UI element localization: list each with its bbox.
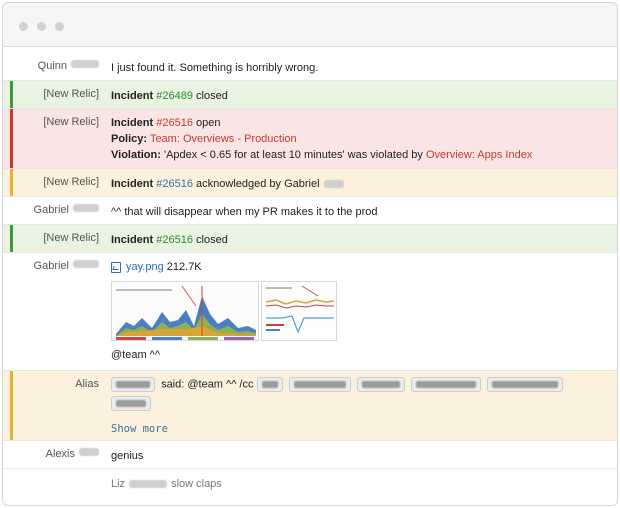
- message-sender[interactable]: Quinn: [3, 53, 111, 80]
- mention-chip[interactable]: [111, 377, 155, 392]
- incident-status: closed: [196, 90, 228, 102]
- emote-message: Liz slow claps: [111, 469, 617, 497]
- sender-name: Quinn: [37, 60, 67, 72]
- redacted-surname: [73, 260, 99, 268]
- message-sender[interactable]: Alexis: [3, 441, 111, 468]
- message-text: said: @team ^^ /cc Show more: [111, 371, 617, 440]
- mention-chip[interactable]: [486, 377, 563, 392]
- status-accent-bar: [10, 81, 13, 108]
- image-preview[interactable]: [111, 281, 609, 341]
- incident-label: Incident: [111, 90, 154, 102]
- violation-link[interactable]: Overview: Apps Index: [426, 149, 532, 161]
- incident-status: open: [196, 117, 221, 129]
- image-file-icon: [111, 261, 121, 273]
- window-close-dot[interactable]: [19, 22, 28, 31]
- redacted-surname: [71, 60, 99, 68]
- message-row: [New Relic] Incident #26516 closed: [3, 225, 617, 253]
- message-sender[interactable]: Gabriel: [3, 197, 111, 224]
- incident-status: closed: [196, 234, 228, 246]
- message-sender[interactable]: Alias: [3, 371, 111, 440]
- incident-label: Incident: [111, 178, 154, 190]
- message-row: Liz slow claps: [3, 469, 617, 497]
- sender-name: Alexis: [45, 448, 75, 460]
- policy-label: Policy: [111, 133, 144, 145]
- file-size: 212.7K: [166, 261, 202, 273]
- message-text: Incident #26516 acknowledged by Gabriel: [111, 169, 617, 196]
- message-row: Gabriel ^^ that will disappear when my P…: [3, 197, 617, 225]
- message-sender[interactable]: [New Relic]: [3, 81, 111, 108]
- chart-thumbnail[interactable]: [261, 281, 337, 341]
- violation-label: Violation: [111, 149, 158, 161]
- status-accent-bar: [10, 371, 13, 440]
- message-text: ^^ that will disappear when my PR makes …: [111, 206, 378, 218]
- message-row: Gabriel yay.png 212.7K @team ^^: [3, 253, 617, 371]
- redacted-surname: [129, 480, 168, 489]
- message-sender[interactable]: [New Relic]: [3, 109, 111, 168]
- incident-number-link[interactable]: #26516: [156, 234, 193, 246]
- message-row: Quinn I just found it. Something is horr…: [3, 53, 617, 81]
- mention-chip[interactable]: [111, 396, 151, 411]
- redacted-surname: [323, 180, 344, 189]
- redacted-surname: [73, 204, 99, 212]
- message-list: Quinn I just found it. Something is horr…: [3, 53, 617, 497]
- message-sender: [3, 469, 111, 497]
- message-text: Incident #26516 open Policy: Team: Overv…: [111, 117, 533, 161]
- message-row: [New Relic] Incident #26489 closed: [3, 81, 617, 109]
- message-text: genius: [111, 450, 144, 462]
- policy-link[interactable]: Team: Overviews - Production: [150, 133, 297, 145]
- incident-number-link[interactable]: #26516: [156, 117, 193, 129]
- chart-thumbnail[interactable]: [111, 281, 259, 341]
- incident-label: Incident: [111, 117, 154, 129]
- message-row: Alias said: @team ^^ /cc Show more: [3, 371, 617, 441]
- message-text: Incident #26516 closed: [111, 225, 617, 252]
- title-bar: [3, 3, 617, 47]
- message-text: Incident #26489 closed: [111, 81, 617, 108]
- sender-name: Gabriel: [33, 204, 69, 216]
- message-sender[interactable]: [New Relic]: [3, 169, 111, 196]
- mention-chip[interactable]: [256, 377, 283, 392]
- message-body: said: @team ^^ /cc: [161, 378, 254, 391]
- mention-chip[interactable]: [288, 377, 351, 392]
- message-row: [New Relic] Incident #26516 open Policy:…: [3, 109, 617, 169]
- message-row: Alexis genius: [3, 441, 617, 469]
- message-row: [New Relic] Incident #26516 acknowledged…: [3, 169, 617, 197]
- mention-chip[interactable]: [356, 377, 405, 392]
- sender-name[interactable]: Liz: [111, 478, 125, 490]
- status-accent-bar: [10, 225, 13, 252]
- status-accent-bar: [10, 169, 13, 196]
- message-sender[interactable]: [New Relic]: [3, 225, 111, 252]
- mention-chip[interactable]: [410, 377, 481, 392]
- incident-number-link[interactable]: #26489: [156, 90, 193, 102]
- window-maximize-dot[interactable]: [55, 22, 64, 31]
- sender-name: Gabriel: [33, 260, 69, 272]
- incident-number-link[interactable]: #26516: [156, 178, 193, 190]
- message-sender[interactable]: Gabriel: [3, 253, 111, 370]
- emote-text: slow claps: [171, 478, 222, 490]
- file-caption: @team ^^: [111, 349, 161, 361]
- message-text: I just found it. Something is horribly w…: [111, 62, 319, 74]
- chat-window: Quinn I just found it. Something is horr…: [2, 2, 618, 506]
- incident-label: Incident: [111, 234, 154, 246]
- file-link[interactable]: yay.png: [126, 261, 164, 273]
- incident-status: acknowledged by Gabriel: [196, 178, 320, 190]
- show-more-link[interactable]: Show more: [111, 421, 168, 437]
- status-accent-bar: [10, 109, 13, 168]
- redacted-surname: [79, 448, 99, 456]
- violation-text: 'Apdex < 0.65 for at least 10 minutes' w…: [163, 149, 423, 161]
- message-text: yay.png 212.7K @team ^^: [111, 253, 617, 370]
- window-minimize-dot[interactable]: [37, 22, 46, 31]
